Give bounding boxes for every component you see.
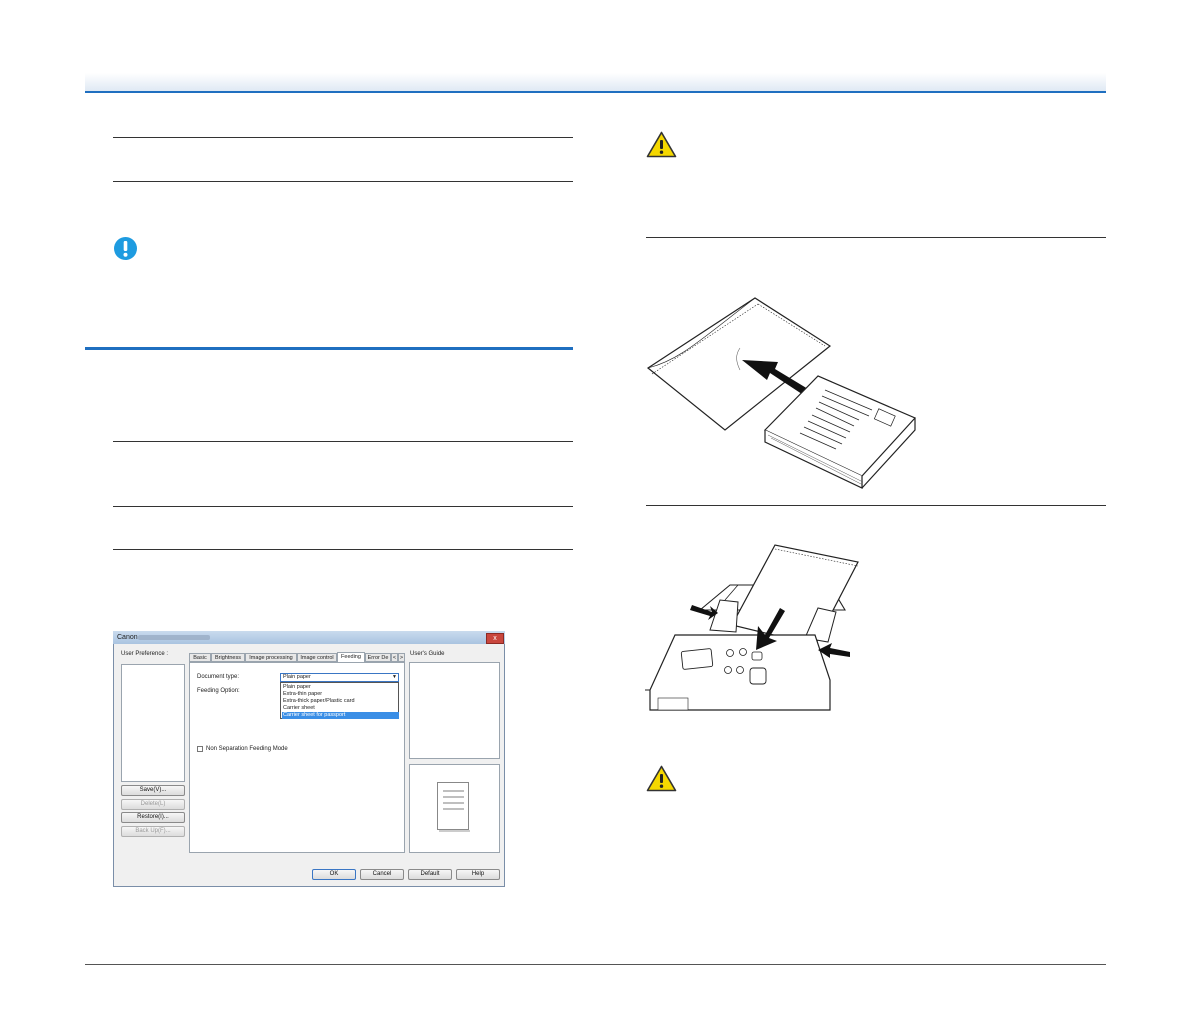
- document-type-select[interactable]: Plain paper ▼: [280, 673, 399, 682]
- tab-feeding[interactable]: Feeding: [337, 652, 365, 662]
- document-type-dropdown: Plain paper Extra-thin paper Extra-thick…: [280, 682, 399, 719]
- cancel-button[interactable]: Cancel: [360, 869, 404, 880]
- option-carrier-sheet[interactable]: Carrier sheet: [282, 705, 399, 712]
- left-rule-1: [113, 137, 573, 138]
- delete-button[interactable]: Delete(L): [121, 799, 185, 810]
- passport-carrier-sheet-illustration: [646, 297, 917, 489]
- left-rule-3: [113, 441, 573, 442]
- right-rule-2: [646, 505, 1106, 506]
- users-guide-pane: [409, 662, 500, 759]
- user-preference-list[interactable]: [121, 664, 185, 782]
- page-header-rule: [85, 91, 1106, 93]
- tab-brightness[interactable]: Brightness: [211, 653, 245, 662]
- warning-triangle-icon: [646, 131, 677, 158]
- scanner-feeding-illustration: [645, 544, 859, 711]
- document-type-label: Document type:: [197, 674, 240, 680]
- option-plain-paper[interactable]: Plain paper: [282, 684, 399, 691]
- restore-button[interactable]: Restore(I)...: [121, 812, 185, 823]
- exclamation-circle-icon: [114, 237, 137, 260]
- tab-basic[interactable]: Basic: [189, 653, 211, 662]
- dialog-title: Canon: [117, 634, 138, 641]
- non-separation-label: Non Separation Feeding Mode: [206, 746, 288, 752]
- left-rule-5: [113, 549, 573, 550]
- page-preview-icon: [437, 782, 470, 832]
- section-heading-rule: [85, 347, 573, 350]
- dialog-close-button[interactable]: x: [486, 633, 504, 644]
- non-separation-checkbox[interactable]: [197, 746, 203, 752]
- option-extra-thin-paper[interactable]: Extra-thin paper: [282, 691, 399, 698]
- ok-button[interactable]: OK: [312, 869, 356, 880]
- document-type-value: Plain paper: [283, 674, 311, 680]
- help-button[interactable]: Help: [456, 869, 500, 880]
- page-footer-rule: [85, 964, 1106, 965]
- left-rule-2: [113, 181, 573, 182]
- chevron-down-icon: ▼: [392, 674, 397, 680]
- option-carrier-sheet-passport[interactable]: Carrier sheet for passport: [282, 712, 399, 719]
- save-button[interactable]: Save(V)...: [121, 785, 185, 796]
- left-rule-4: [113, 506, 573, 507]
- tab-scroll-right[interactable]: >: [398, 653, 405, 662]
- default-button[interactable]: Default: [408, 869, 452, 880]
- backup-button[interactable]: Back Up(F)...: [121, 826, 185, 837]
- tab-error-detection[interactable]: Error De: [365, 653, 391, 662]
- warning-triangle-icon: [646, 765, 677, 792]
- tab-image-processing[interactable]: Image processing: [245, 653, 297, 662]
- users-guide-label: User's Guide: [410, 651, 445, 657]
- tab-scroll-left[interactable]: <: [391, 653, 398, 662]
- dialog-title-obscured: [138, 635, 210, 640]
- right-rule-1: [646, 237, 1106, 238]
- option-extra-thick-paper[interactable]: Extra-thick paper/Plastic card: [282, 698, 399, 705]
- feeding-option-label: Feeding Option:: [197, 688, 240, 694]
- page-header-band: [85, 73, 1106, 91]
- user-preference-label: User Preference :: [121, 651, 169, 657]
- tab-image-control[interactable]: Image control: [297, 653, 337, 662]
